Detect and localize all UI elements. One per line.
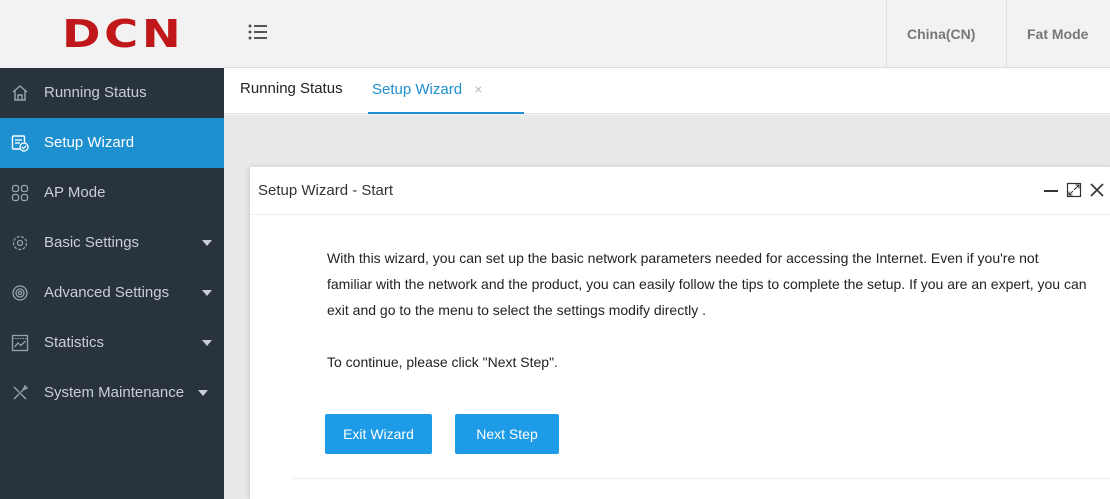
chevron-down-icon	[202, 290, 212, 296]
exit-wizard-button[interactable]: Exit Wizard	[325, 414, 432, 454]
sidebar-item-setup-wizard[interactable]: Setup Wizard	[0, 118, 224, 168]
tab-running-status[interactable]: Running Status	[240, 68, 343, 114]
logo-area: DCN	[0, 0, 224, 68]
close-icon[interactable]	[1088, 181, 1106, 199]
chevron-down-icon	[202, 240, 212, 246]
sidebar-item-label: System Maintenance	[44, 384, 185, 401]
chevron-down-icon	[198, 390, 208, 396]
wizard-description: With this wizard, you can set up the bas…	[327, 250, 1087, 318]
tabs-bar: Running Status Setup Wizard ×	[224, 68, 1110, 114]
sidebar: Running Status Setup Wizard AP Mode Basi…	[0, 68, 224, 499]
chevron-down-icon	[202, 340, 212, 346]
sidebar-item-label: Setup Wizard	[44, 134, 135, 151]
sidebar-item-label: Basic Settings	[44, 234, 140, 251]
settings-icon	[12, 235, 28, 251]
wizard-instruction: To continue, please click "Next Step".	[327, 354, 558, 370]
sidebar-item-label: Advanced Settings	[44, 284, 170, 301]
mode-indicator[interactable]: Fat Mode	[1006, 0, 1110, 68]
dialog-body: With this wizard, you can set up the bas…	[327, 245, 1087, 375]
sidebar-item-statistics[interactable]: Statistics	[0, 318, 224, 368]
chart-icon	[11, 334, 29, 352]
dialog-title: Setup Wizard - Start	[258, 182, 394, 199]
minimize-icon[interactable]	[1042, 181, 1060, 199]
sidebar-item-running-status[interactable]: Running Status	[0, 68, 224, 118]
next-step-button[interactable]: Next Step	[455, 414, 559, 454]
home-icon	[12, 85, 28, 101]
tab-label: Running Status	[240, 80, 343, 97]
maximize-icon[interactable]	[1065, 181, 1083, 199]
top-header: DCN China(CN) Fat Mode	[0, 0, 1110, 68]
divider	[292, 478, 1110, 479]
tab-label: Setup Wizard	[372, 81, 463, 98]
sidebar-item-ap-mode[interactable]: AP Mode	[0, 168, 224, 218]
setup-wizard-dialog: Setup Wizard - Start With this wizard, y…	[250, 167, 1110, 499]
menu-toggle-icon[interactable]	[248, 22, 268, 42]
tab-setup-wizard[interactable]: Setup Wizard ×	[368, 68, 524, 114]
region-selector[interactable]: China(CN)	[886, 0, 1006, 68]
dcn-logo: DCN	[62, 12, 185, 56]
tools-icon	[13, 384, 29, 400]
close-icon[interactable]: ×	[474, 68, 482, 110]
sidebar-item-label: Running Status	[44, 84, 147, 101]
sidebar-item-system-maintenance[interactable]: System Maintenance	[0, 368, 224, 418]
wizard-icon	[11, 135, 29, 152]
sidebar-item-basic-settings[interactable]: Basic Settings	[0, 218, 224, 268]
grid-icon	[11, 184, 29, 202]
gear-icon	[12, 285, 28, 301]
sidebar-item-label: AP Mode	[44, 184, 106, 201]
dialog-header: Setup Wizard - Start	[250, 167, 1110, 215]
sidebar-item-label: Statistics	[44, 334, 105, 351]
sidebar-item-advanced-settings[interactable]: Advanced Settings	[0, 268, 224, 318]
